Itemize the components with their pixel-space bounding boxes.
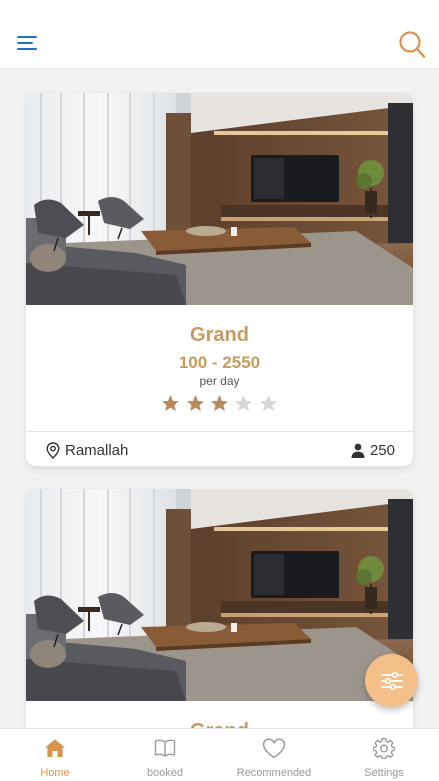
listing-name: Grand [190, 324, 249, 346]
person-icon [351, 443, 365, 458]
capacity-label: 250 [369, 441, 395, 459]
star-icon [162, 395, 180, 411]
listing-price-unit: per day [199, 374, 240, 388]
star-icon [211, 395, 228, 411]
nav-home-label: Home [40, 767, 70, 779]
star-icon [235, 395, 253, 411]
nav-recommended-label: Recommended [236, 767, 312, 779]
home-icon [45, 739, 65, 757]
listing-meta: Ramallah 250 [26, 433, 413, 465]
listing-feed[interactable]: Grand 100 - 2550 per day Ramallah 250 [0, 69, 439, 728]
listing-photo [26, 93, 413, 305]
filter-button[interactable] [365, 654, 418, 707]
nav-booked-label: booked [146, 767, 184, 779]
listing-location: Ramallah [46, 441, 128, 459]
rating-stars [26, 394, 413, 414]
listing-capacity: 250 [351, 441, 395, 459]
menu-icon[interactable] [17, 36, 39, 52]
star-icon [186, 395, 204, 411]
nav-home[interactable]: Home [0, 735, 110, 780]
location-pin-icon [46, 441, 60, 459]
bottom-nav: Home booked Recommended Settings [0, 728, 439, 781]
nav-settings[interactable]: Settings [329, 735, 439, 780]
listing-name: Grand [26, 719, 413, 728]
heart-icon [262, 737, 286, 758]
listing-photo [26, 489, 413, 701]
filter-sliders-icon [380, 671, 403, 690]
star-icon [259, 395, 277, 411]
location-label: Ramallah [65, 441, 129, 459]
nav-settings-label: Settings [364, 767, 404, 779]
nav-booked[interactable]: booked [110, 735, 220, 780]
listing-card[interactable]: Grand 100 - 2550 per day Ramallah 250 [26, 93, 413, 466]
listing-price-range: 100 - 2550 [178, 353, 261, 372]
top-bar [0, 0, 439, 69]
search-icon[interactable] [397, 30, 427, 60]
nav-recommended[interactable]: Recommended [219, 735, 329, 780]
book-icon [154, 739, 176, 757]
card-divider [26, 431, 413, 432]
listing-card[interactable]: Grand [26, 489, 413, 728]
gear-icon [373, 737, 395, 759]
